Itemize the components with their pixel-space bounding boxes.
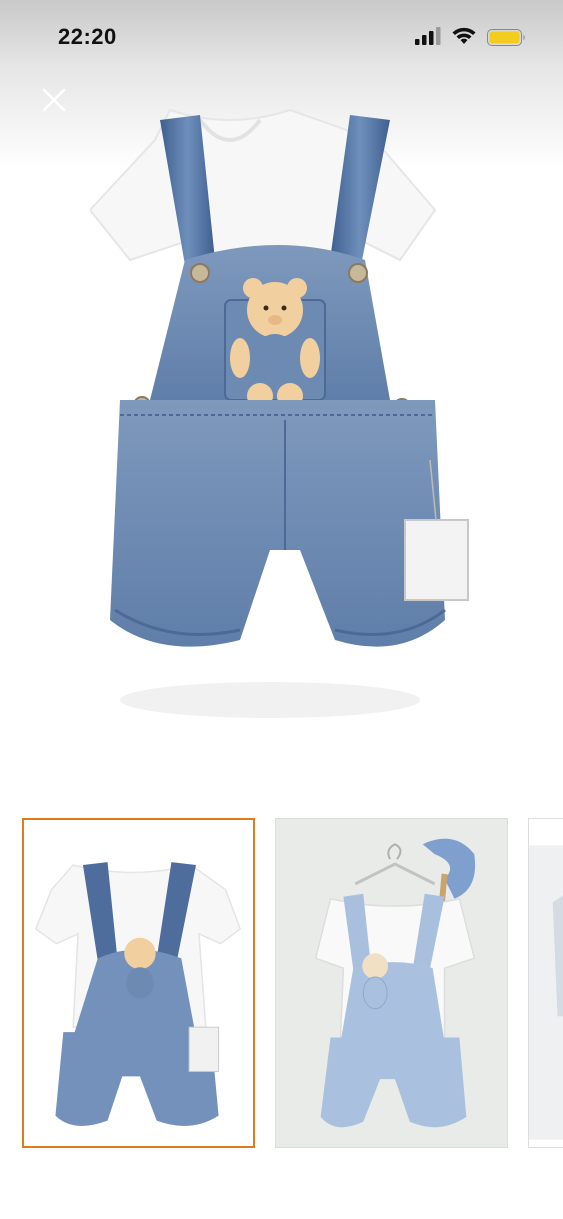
thumbnail-strip [0, 818, 563, 1150]
status-time: 22:20 [58, 24, 117, 49]
battery-icon [487, 29, 525, 46]
close-icon[interactable] [38, 84, 70, 116]
thumbnail-3-partial[interactable] [528, 818, 563, 1148]
thumbnail-image-2 [276, 819, 507, 1147]
thumbnail-image-3 [529, 826, 563, 1140]
thumbnail-2[interactable] [275, 818, 508, 1148]
wifi-icon [452, 27, 476, 44]
main-product-image[interactable] [90, 100, 470, 740]
status-bar: 22:20 [0, 0, 563, 76]
thumbnail-1-selected[interactable] [22, 818, 255, 1148]
cellular-signal-icon [415, 27, 441, 45]
thumbnail-image-1 [24, 820, 253, 1146]
